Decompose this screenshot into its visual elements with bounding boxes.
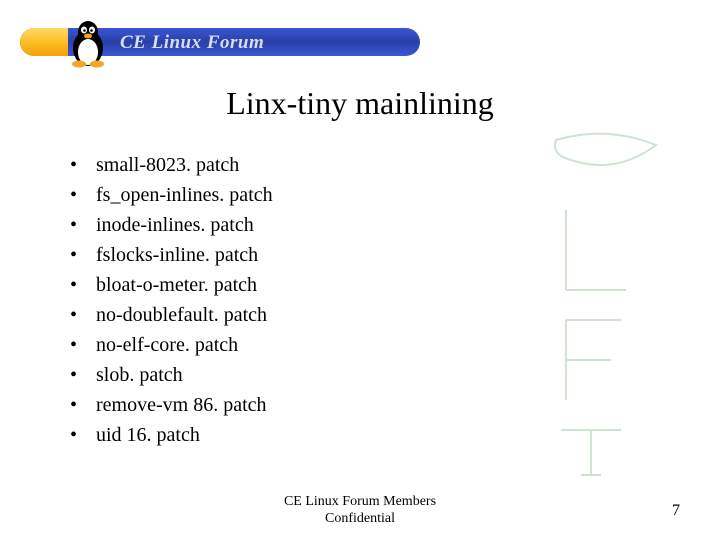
- header-bar-accent: [20, 28, 68, 56]
- forum-title: CE Linux Forum: [120, 32, 264, 54]
- list-item: no-elf-core. patch: [70, 330, 273, 360]
- list-item: bloat-o-meter. patch: [70, 270, 273, 300]
- list-item: slob. patch: [70, 360, 273, 390]
- list-item: remove-vm 86. patch: [70, 390, 273, 420]
- bullet-list: small-8023. patch fs_open-inlines. patch…: [70, 150, 273, 450]
- tux-penguin-icon: [66, 18, 110, 68]
- list-item: uid 16. patch: [70, 420, 273, 450]
- list-item: fslocks-inline. patch: [70, 240, 273, 270]
- footer-line2: Confidential: [0, 511, 720, 528]
- page-number: 7: [672, 502, 680, 520]
- footer: CE Linux Forum Members Confidential: [0, 494, 720, 528]
- list-item: no-doublefault. patch: [70, 300, 273, 330]
- list-item: fs_open-inlines. patch: [70, 180, 273, 210]
- footer-line1: CE Linux Forum Members: [0, 494, 720, 511]
- header-bar: CE Linux Forum: [20, 20, 420, 64]
- list-item: inode-inlines. patch: [70, 210, 273, 240]
- list-item: small-8023. patch: [70, 150, 273, 180]
- watermark-letters: [546, 120, 716, 480]
- slide-title: Linx-tiny mainlining: [0, 85, 720, 122]
